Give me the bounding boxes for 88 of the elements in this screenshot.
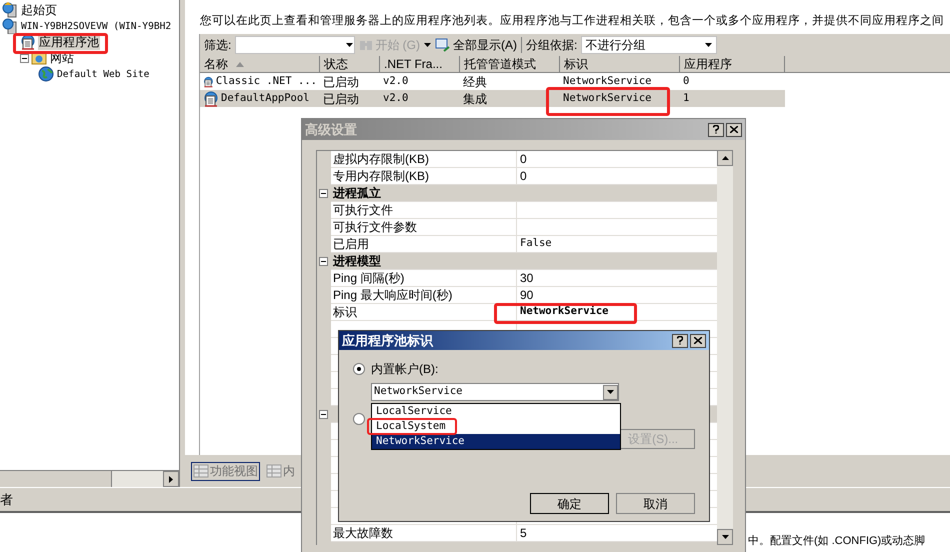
table-cell-text: DefaultAppPool (221, 90, 310, 106)
property-value: 30 (520, 270, 534, 287)
column-header[interactable]: 应用程序 (680, 56, 785, 73)
home-page-icon (2, 2, 18, 18)
table-cell-text: 集成 (463, 90, 487, 108)
table-row[interactable]: DefaultAppPool 已启动 v2.0 集成 NetworkService 1 (200, 90, 785, 107)
monitor-icon (435, 38, 452, 52)
property-label: 可执行文件参数 (333, 219, 417, 236)
property-label: 专用内存限制(KB) (333, 168, 429, 185)
tree-expander[interactable] (319, 256, 328, 266)
app-pool-icon (20, 34, 36, 50)
dialog-button[interactable]: 确定 (530, 493, 609, 514)
property-value: NetworkService (520, 304, 609, 320)
table-cell-text: NetworkService (563, 90, 652, 106)
account-combobox[interactable]: NetworkService (371, 383, 619, 401)
property-label: 可执行文件 (333, 202, 393, 219)
group-by-dropdown[interactable]: 不进行分组 (581, 36, 718, 54)
table-cell-text: 已启动 (323, 90, 359, 108)
dropdown-option[interactable]: NetworkService (372, 434, 620, 449)
tree-item[interactable]: WIN-Y9BH2SOVEVW (WIN-Y9BH2 (20, 18, 172, 34)
dialog-button[interactable]: 取消 (616, 493, 695, 514)
dropdown-arrow-icon (346, 43, 354, 47)
table-cell-text: v2.0 (383, 90, 408, 106)
property-label: 已启用 (333, 236, 369, 253)
vertical-scrollbar[interactable] (717, 150, 733, 545)
close-button[interactable] (690, 334, 706, 348)
table-cell-text: 已启动 (323, 74, 359, 90)
help-icon (677, 336, 683, 345)
server-icon (2, 18, 18, 34)
group-by-label: 分组依据: (526, 37, 578, 54)
property-value: 5 (520, 525, 527, 542)
tree-expander[interactable] (319, 410, 328, 418)
globe-icon (38, 66, 54, 82)
close-button[interactable] (726, 122, 742, 136)
right-arrow-icon (169, 476, 173, 482)
property-label: 标识 (333, 304, 357, 321)
dropdown-arrow-icon (722, 535, 728, 539)
property-value: False (520, 236, 552, 252)
help-text: 中。配置文件(如 .CONFIG)或动态脚 (748, 534, 926, 548)
table-row[interactable]: Classic .NET ... 已启动 v2.0 经典 NetworkService 0 (200, 73, 785, 90)
dialog-title: 高级设置 (305, 120, 357, 139)
filter-label: 筛选: (204, 37, 232, 54)
column-header[interactable]: 状态 (320, 56, 380, 73)
tree-item[interactable]: 起始页 (20, 2, 58, 18)
table-cell-text: NetworkService (563, 74, 652, 89)
tree-expander[interactable] (319, 188, 328, 198)
view-icon (193, 464, 209, 478)
table-cell-text: 0 (683, 74, 690, 89)
column-header[interactable]: 托管管道模式 (460, 56, 560, 73)
property-label: Ping 最大响应时间(秒) (333, 287, 452, 304)
binoculars-icon (359, 39, 374, 51)
property-label: Ping 间隔(秒) (333, 270, 404, 287)
view-icon (266, 464, 282, 478)
property-label: 虚拟内存限制(KB) (333, 151, 429, 168)
radio-label: 内置帐户(B): (371, 361, 438, 378)
horizontal-scrollbar[interactable] (0, 470, 179, 487)
tree-item[interactable]: Default Web Site (56, 66, 150, 82)
column-header[interactable]: 标识 (560, 56, 680, 73)
panel-title: 者 (0, 490, 13, 509)
close-icon (730, 126, 738, 133)
help-button[interactable] (672, 334, 688, 348)
help-icon (713, 125, 719, 134)
radio-button[interactable] (353, 363, 365, 375)
table-cell-text: v2.0 (383, 74, 408, 89)
table-cell-text: Classic .NET ... (216, 74, 317, 89)
close-icon (694, 337, 702, 344)
up-arrow-icon (722, 156, 728, 160)
dropdown-arrow-icon (607, 390, 614, 394)
sort-ascending-icon (236, 62, 244, 66)
property-value: 0 (520, 151, 527, 168)
table-cell-text: 1 (683, 90, 690, 106)
category-label: 进程孤立 (333, 185, 381, 202)
property-value: 0 (520, 168, 527, 185)
dialog-title: 应用程序池标识 (342, 332, 433, 350)
table-cell-text: 经典 (463, 74, 487, 90)
property-label: 最大故障数 (333, 525, 393, 542)
category-label: 进程模型 (333, 253, 381, 270)
folder-globe-icon (31, 51, 47, 65)
filter-field[interactable] (235, 36, 356, 54)
dropdown-arrow-icon (424, 43, 432, 47)
help-button[interactable] (708, 122, 724, 136)
radio-button[interactable] (353, 413, 365, 425)
column-header[interactable]: .NET Fra... (380, 56, 460, 73)
property-value: 90 (520, 287, 534, 304)
show-all-button[interactable]: 全部显示(A) (435, 36, 518, 54)
column-header[interactable]: 名称 (200, 56, 320, 73)
dropdown-arrow-icon (705, 43, 712, 47)
page-description: 您可以在此页上查看和管理服务器上的应用程序池列表。应用程序池与工作进程相关联，包含一个或多个应用程序，并提供不同应用程序之间 (200, 15, 944, 27)
